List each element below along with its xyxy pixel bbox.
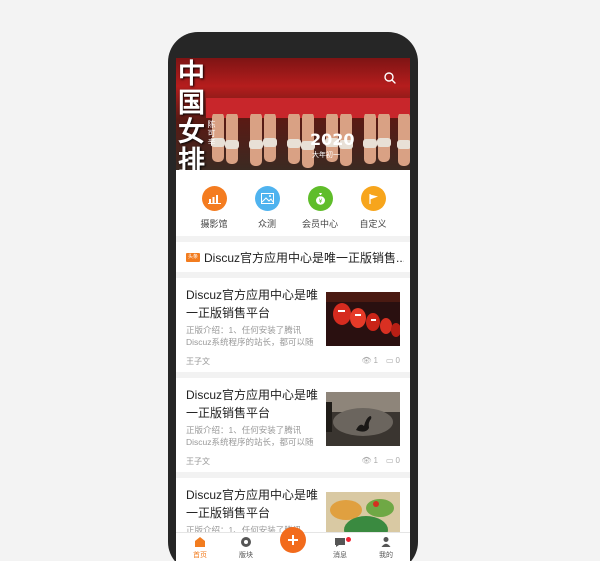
- tab-messages[interactable]: 消息: [320, 536, 360, 560]
- banner-image-players: [206, 98, 410, 168]
- quick-nav-item-custom[interactable]: 自定义: [346, 186, 400, 230]
- svg-text:¥: ¥: [318, 198, 322, 205]
- tab-mine[interactable]: 我的: [366, 536, 406, 560]
- lifebuoy-icon: [226, 536, 266, 549]
- quick-nav-item-gallery[interactable]: 摄影馆: [187, 186, 241, 230]
- post-thumbnail-swan: [326, 392, 400, 446]
- quick-nav-label: 会员中心: [301, 219, 338, 229]
- view-count: 1: [373, 456, 378, 465]
- post-excerpt: 正版介绍：1、任何安装了腾讯Discuz系统程序的站长，都可以随: [186, 325, 314, 347]
- tab-home[interactable]: 首页: [180, 536, 220, 560]
- eye-icon: 👁: [361, 456, 372, 465]
- user-icon: [366, 536, 406, 549]
- comment-count: 0: [395, 456, 400, 465]
- quick-nav-item-test[interactable]: 众测: [240, 186, 294, 230]
- post-author[interactable]: 王子文: [186, 456, 210, 467]
- post-title: Discuz官方应用中心是唯一正版销售平台: [186, 288, 319, 320]
- home-icon: [180, 536, 220, 549]
- comment-icon: ▭: [385, 456, 394, 465]
- image-icon: [254, 186, 280, 211]
- headline-notice[interactable]: 头条 Discuz官方应用中心是唯一正版销售...: [176, 242, 410, 272]
- banner-year: 2020: [310, 130, 355, 149]
- view-count: 1: [373, 356, 378, 365]
- headline-text: Discuz官方应用中心是唯一正版销售...: [204, 250, 405, 265]
- quick-nav-item-member[interactable]: ¥ 会员中心: [293, 186, 347, 230]
- post-excerpt: 正版介绍：1、任何安装了腾讯Discuz系统程序的站长，都可以随: [186, 425, 314, 447]
- quick-nav-label: 众测: [257, 219, 276, 229]
- quick-nav-label: 自定义: [359, 219, 387, 229]
- flag-icon: [360, 186, 386, 211]
- unread-badge: [346, 537, 351, 542]
- tab-label: 消息: [333, 552, 347, 559]
- banner-date: 大年初一: [312, 152, 340, 159]
- hero-banner[interactable]: 中国女排 陈可辛 2020 大年初一: [176, 58, 410, 170]
- post-stats: 👁 1 ▭ 0: [361, 356, 400, 365]
- tab-label: 版块: [239, 552, 253, 559]
- post-card[interactable]: Discuz官方应用中心是唯一正版销售平台 正版介绍：1、任何安装了腾讯Disc…: [176, 378, 410, 472]
- quick-nav-label: 摄影馆: [200, 219, 228, 229]
- quick-nav: 摄影馆 众测 ¥ 会员中心 自定义: [176, 170, 410, 236]
- post-thumbnail-lanterns: [326, 292, 400, 346]
- chat-icon: [320, 536, 360, 549]
- post-card[interactable]: Discuz官方应用中心是唯一正版销售平台 正版介绍：1、任何安装了腾讯Disc…: [176, 278, 410, 372]
- app-screen: 中国女排 陈可辛 2020 大年初一 摄影馆 众测 ¥ 会员中心 自定义 头条 …: [176, 58, 410, 561]
- bar-chart-icon: [201, 186, 227, 211]
- tab-label: 首页: [193, 552, 207, 559]
- bottom-tab-bar: 首页 版块 消息 我的: [176, 527, 410, 561]
- banner-title: 中国女排: [178, 59, 205, 170]
- banner-director: 陈可辛: [207, 120, 216, 147]
- post-stats: 👁 1 ▭ 0: [361, 456, 400, 465]
- money-bag-icon: ¥: [307, 186, 333, 211]
- tab-label: 我的: [379, 552, 393, 559]
- post-button[interactable]: [280, 527, 306, 553]
- search-icon[interactable]: [383, 71, 397, 85]
- comment-icon: ▭: [385, 356, 394, 365]
- eye-icon: 👁: [361, 356, 372, 365]
- post-title: Discuz官方应用中心是唯一正版销售平台: [186, 388, 319, 420]
- post-author[interactable]: 王子文: [186, 356, 210, 367]
- comment-count: 0: [395, 356, 400, 365]
- headline-badge: 头条: [186, 252, 201, 262]
- tab-boards[interactable]: 版块: [226, 536, 266, 560]
- post-title: Discuz官方应用中心是唯一正版销售平台: [186, 488, 319, 520]
- plus-icon: [288, 535, 298, 545]
